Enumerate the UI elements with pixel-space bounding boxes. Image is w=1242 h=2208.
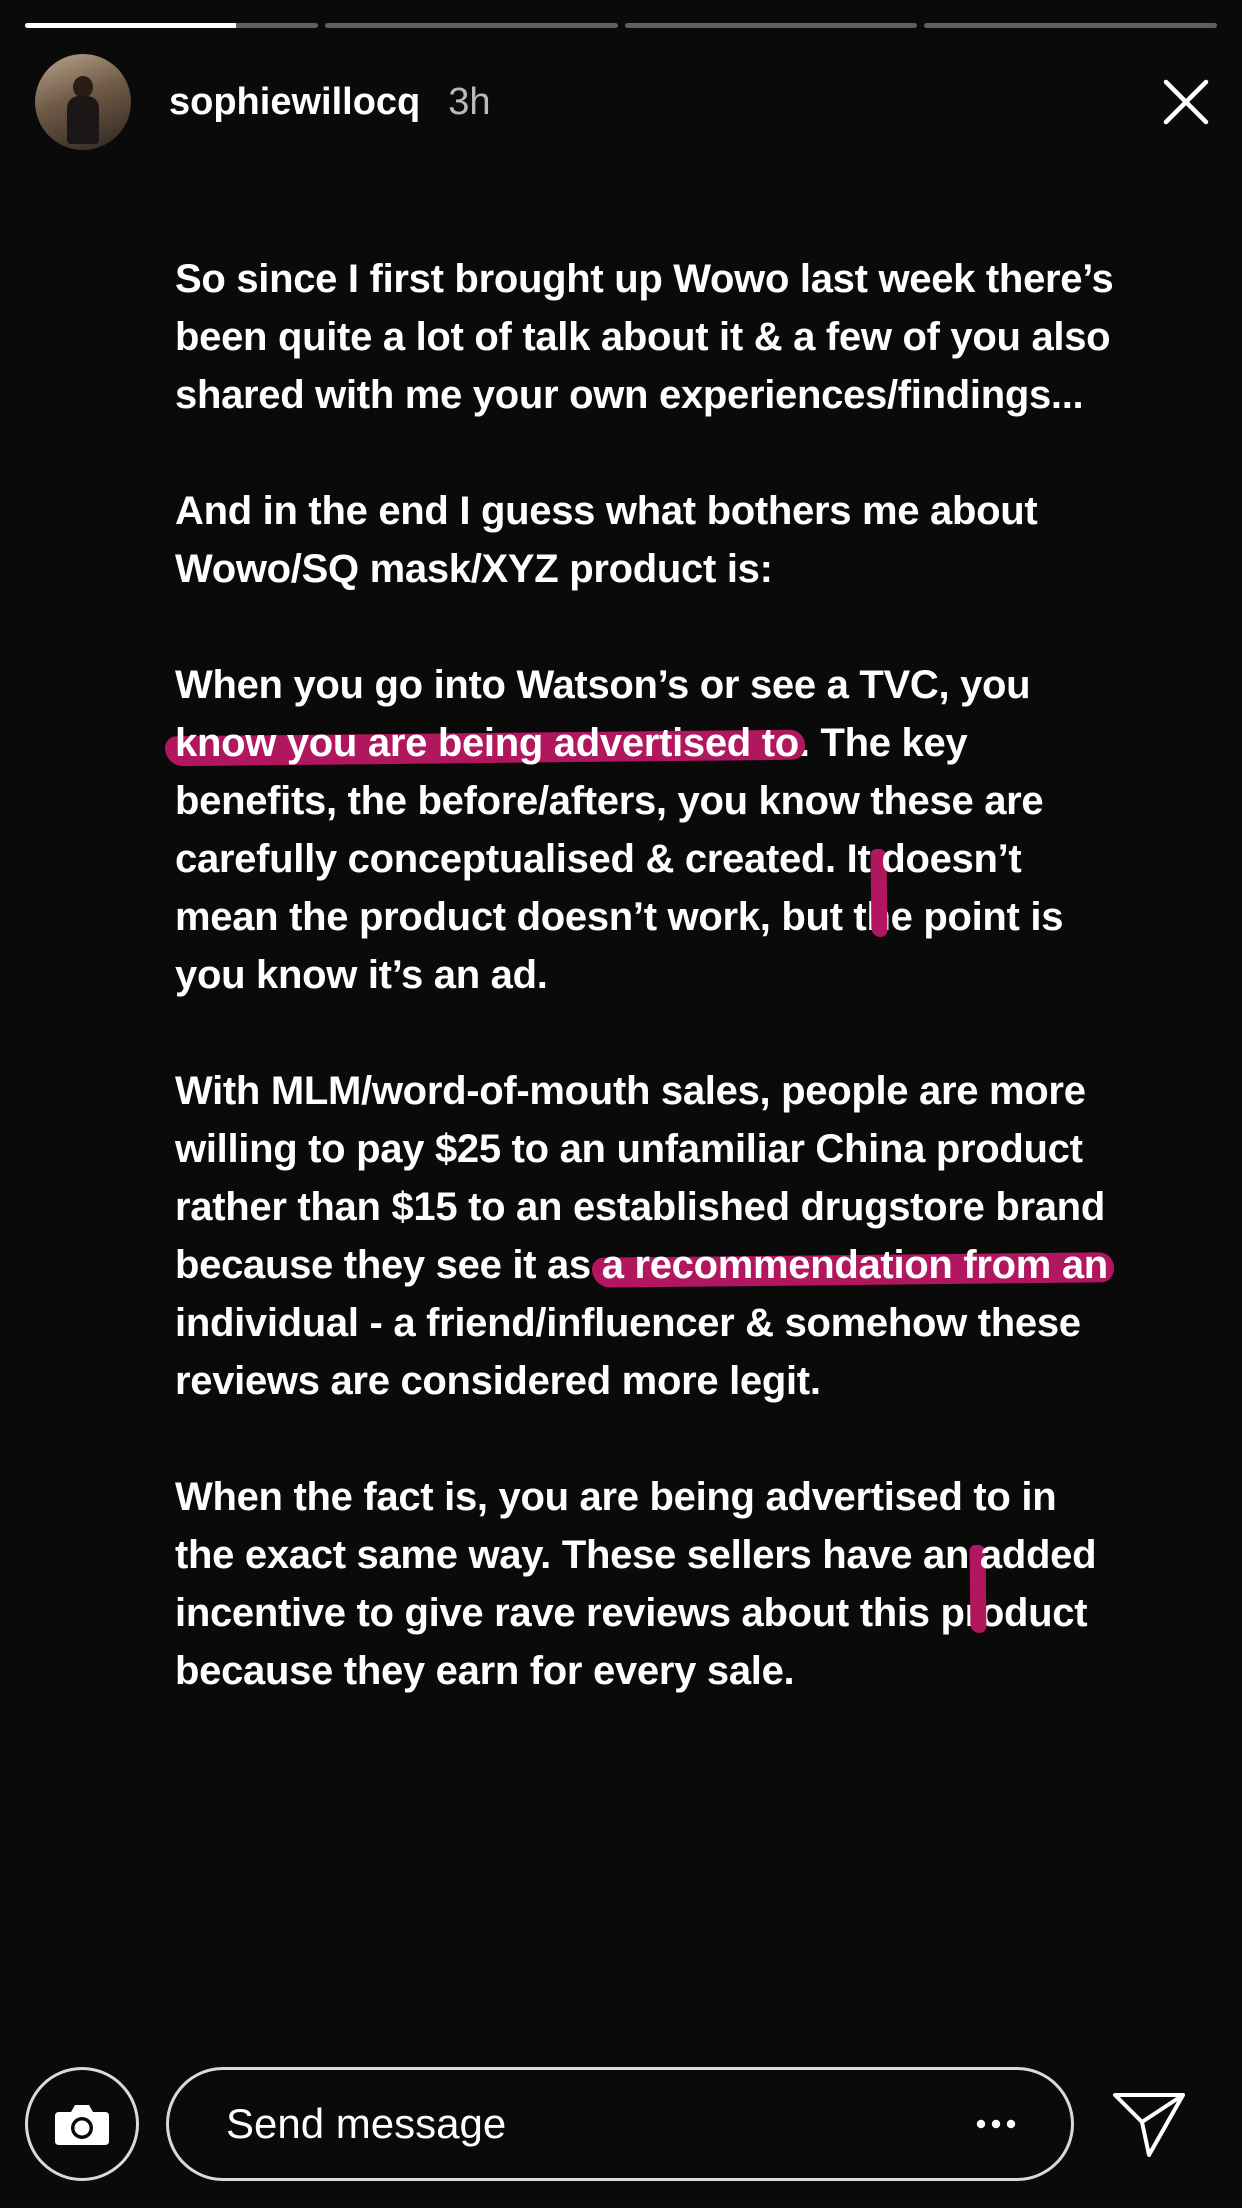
close-icon [1163,79,1209,125]
highlighted-text: a recommendation from an [601,1243,1109,1287]
story-header: sophiewillocq 3h [35,54,1212,150]
story-paragraph: And in the end I guess what bothers me a… [175,482,1115,598]
progress-segment [324,23,618,28]
story-text-segment: When the fact is, you are being advertis… [175,1475,1057,1577]
progress-segment [25,23,318,28]
story-text: So since I first brought up Wowo last we… [175,250,1115,1758]
story-paragraph: So since I first brought up Wowo last we… [175,250,1115,424]
progress-segment [924,23,1217,28]
story-paragraph: When the fact is, you are being advertis… [175,1468,1115,1700]
highlighted-text: know you are being advertised to [175,721,799,765]
story-text-segment: And in the end I guess what bothers me a… [175,489,1038,591]
send-button[interactable] [1109,2084,1189,2164]
post-time: 3h [448,80,491,123]
story-text-segment: When you go into Watson’s or see a TVC, … [175,663,1031,707]
more-options-button[interactable] [956,2104,1016,2144]
story-progress-bar [25,23,1217,28]
more-dots-icon [976,2119,1016,2129]
story-text-segment: individual - a friend/influencer & someh… [175,1301,1081,1403]
avatar[interactable] [35,54,131,150]
camera-icon [55,2105,109,2145]
message-bar [25,2065,1217,2183]
username[interactable]: sophiewillocq [169,81,420,124]
camera-button[interactable] [25,2067,139,2181]
story-paragraph: When you go into Watson’s or see a TVC, … [175,656,1115,1004]
progress-segment-fill [25,23,236,28]
send-message-field[interactable] [166,2067,1074,2181]
story-paragraph: With MLM/word-of-mouth sales, people are… [175,1062,1115,1410]
story-text-segment: So since I first brought up Wowo last we… [175,257,1114,417]
send-message-input[interactable] [224,2099,956,2149]
close-button[interactable] [1160,76,1212,128]
send-icon [1113,2093,1185,2157]
progress-segment [624,23,918,28]
